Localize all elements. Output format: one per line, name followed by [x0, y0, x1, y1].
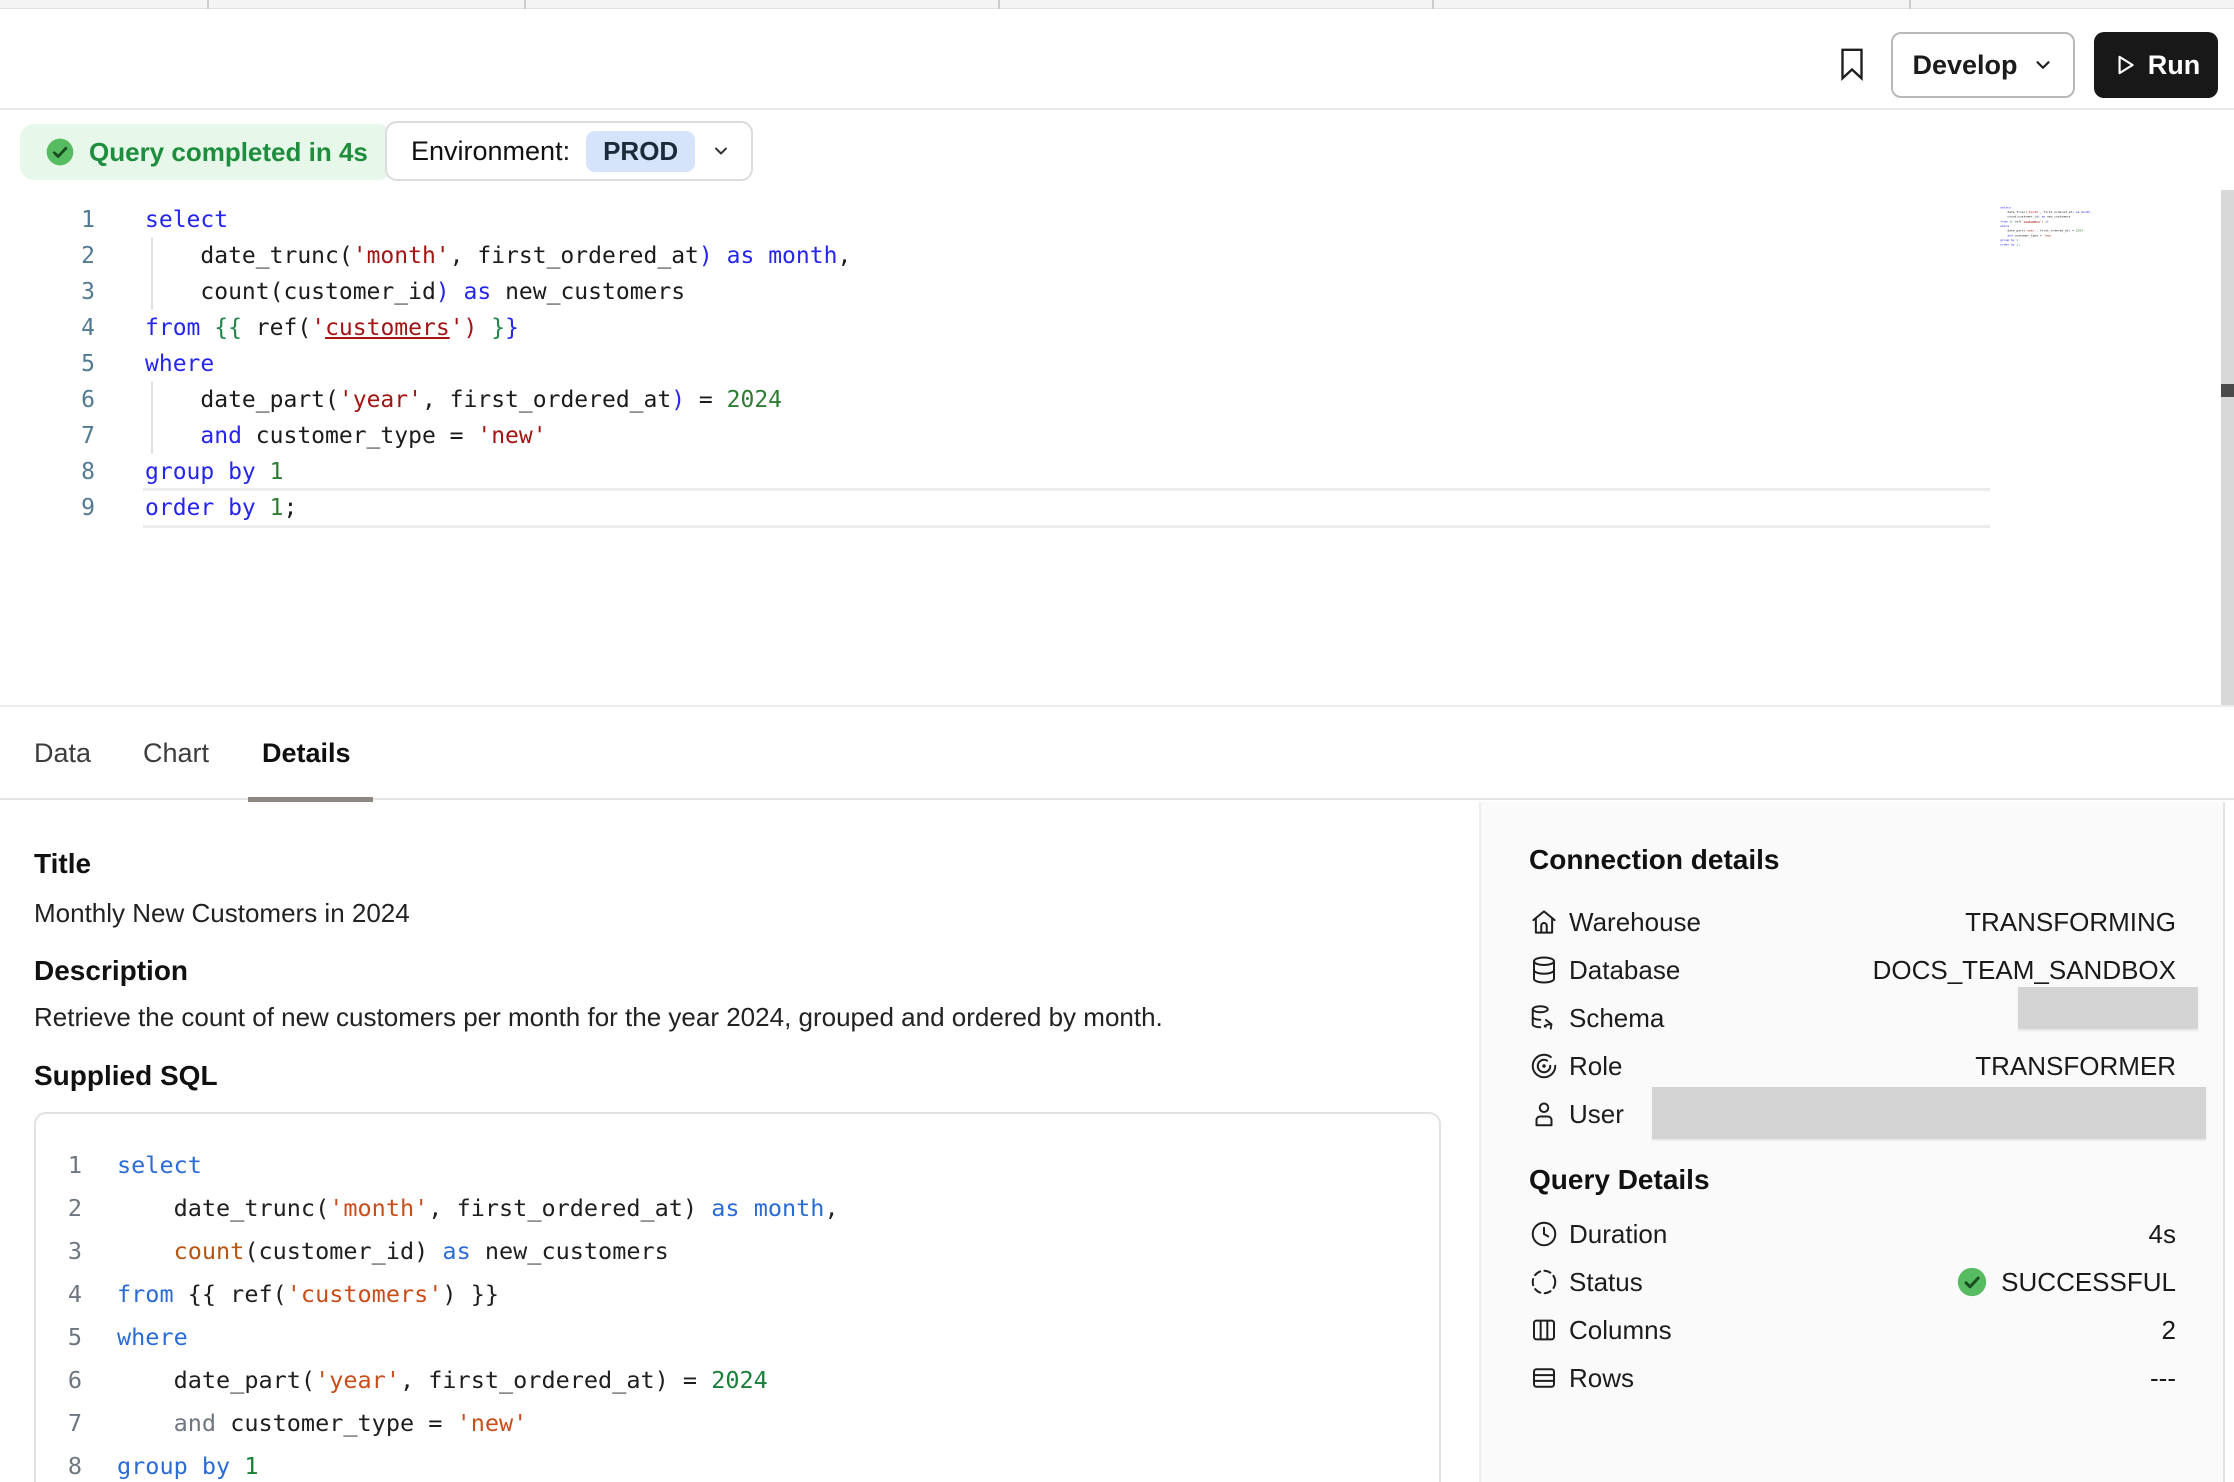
connection-details-heading: Connection details — [1529, 844, 1779, 876]
tab-divider — [1432, 0, 1434, 9]
status-value: SUCCESSFUL — [1955, 1265, 2176, 1299]
database-icon — [1529, 955, 1569, 985]
query-row-columns: Columns 2 — [1529, 1306, 2176, 1354]
schema-label: Schema — [1569, 1003, 1664, 1034]
status-value-text: SUCCESSFUL — [2001, 1267, 2176, 1298]
chevron-down-icon — [711, 141, 731, 161]
warehouse-icon — [1529, 907, 1569, 937]
bookmark-button[interactable] — [1826, 36, 1878, 92]
database-label: Database — [1569, 955, 1680, 986]
supplied-sql-heading: Supplied SQL — [34, 1060, 218, 1092]
columns-label: Columns — [1569, 1315, 1672, 1346]
tab-details[interactable]: Details — [262, 707, 351, 800]
check-circle-icon — [44, 136, 76, 168]
run-label: Run — [2148, 50, 2200, 81]
chevron-down-icon — [2032, 54, 2054, 76]
editor-minimap[interactable]: 1select2 date_trunc('month', first_order… — [1995, 205, 2125, 247]
tab-divider — [524, 0, 526, 9]
tab-divider — [207, 0, 209, 9]
tab-divider — [998, 0, 1000, 9]
description-heading: Description — [34, 955, 188, 987]
role-value: TRANSFORMER — [1975, 1051, 2176, 1082]
user-label: User — [1569, 1099, 1624, 1130]
develop-label: Develop — [1912, 50, 2017, 81]
bookmark-icon — [1833, 41, 1871, 87]
duration-label: Duration — [1569, 1219, 1667, 1250]
query-status-text: Query completed in 4s — [89, 137, 368, 168]
columns-icon — [1529, 1315, 1569, 1345]
columns-value: 2 — [2162, 1315, 2176, 1346]
supplied-sql-block: 1select2 date_trunc('month', first_order… — [34, 1112, 1441, 1482]
database-value: DOCS_TEAM_SANDBOX — [1873, 955, 2176, 986]
rows-icon — [1529, 1363, 1569, 1393]
query-details-heading: Query Details — [1529, 1164, 1710, 1196]
user-icon — [1529, 1099, 1569, 1129]
tab-divider — [1909, 0, 1911, 9]
query-row-duration: Duration 4s — [1529, 1210, 2176, 1258]
toolbar: Develop Run — [0, 10, 2234, 110]
query-row-status: Status SUCCESSFUL — [1529, 1258, 2176, 1306]
results-tabbar: Data Chart Details — [0, 705, 2234, 800]
environment-dropdown[interactable]: Environment: PROD — [385, 121, 753, 181]
title-value: Monthly New Customers in 2024 — [34, 898, 410, 929]
success-check-icon — [1955, 1265, 1989, 1299]
browser-tab-strip — [0, 0, 2234, 9]
connection-row-role: Role TRANSFORMER — [1529, 1042, 2176, 1090]
connection-panel: Connection details Warehouse TRANSFORMIN… — [1479, 802, 2225, 1482]
sql-editor[interactable]: 1select2 date_trunc('month', first_order… — [0, 202, 2210, 526]
query-status-badge: Query completed in 4s — [20, 124, 392, 180]
schema-icon — [1529, 1003, 1569, 1033]
tab-chart[interactable]: Chart — [143, 707, 209, 800]
warehouse-value: TRANSFORMING — [1965, 907, 2176, 938]
app-window: Develop Run Query — [0, 0, 2234, 1482]
connection-row-warehouse: Warehouse TRANSFORMING — [1529, 898, 2176, 946]
schema-value-redacted — [2018, 987, 2198, 1029]
query-row-rows: Rows --- — [1529, 1354, 2176, 1402]
role-icon — [1529, 1051, 1569, 1081]
rows-label: Rows — [1569, 1363, 1634, 1394]
role-label: Role — [1569, 1051, 1622, 1082]
run-button[interactable]: Run — [2094, 32, 2218, 98]
title-heading: Title — [34, 848, 91, 880]
environment-value-badge: PROD — [586, 131, 695, 172]
user-value-redacted — [1652, 1087, 2206, 1139]
play-icon — [2112, 52, 2138, 78]
duration-value: 4s — [2149, 1219, 2176, 1250]
environment-label: Environment: — [411, 136, 570, 167]
develop-dropdown-button[interactable]: Develop — [1891, 32, 2075, 98]
tab-data[interactable]: Data — [34, 707, 91, 800]
rows-value: --- — [2150, 1363, 2176, 1394]
status-row: Query completed in 4s Environment: PROD — [0, 112, 2234, 200]
editor-scrollbar-thumb[interactable] — [2221, 384, 2234, 397]
status-icon — [1529, 1267, 1569, 1297]
status-label: Status — [1569, 1267, 1643, 1298]
warehouse-label: Warehouse — [1569, 907, 1701, 938]
query-details-rows: Duration 4s Status S — [1529, 1210, 2176, 1402]
details-pane: Title Monthly New Customers in 2024 Desc… — [0, 802, 1479, 1482]
duration-icon — [1529, 1219, 1569, 1249]
description-value: Retrieve the count of new customers per … — [34, 1002, 1163, 1033]
editor-scrollbar[interactable] — [2221, 190, 2234, 706]
